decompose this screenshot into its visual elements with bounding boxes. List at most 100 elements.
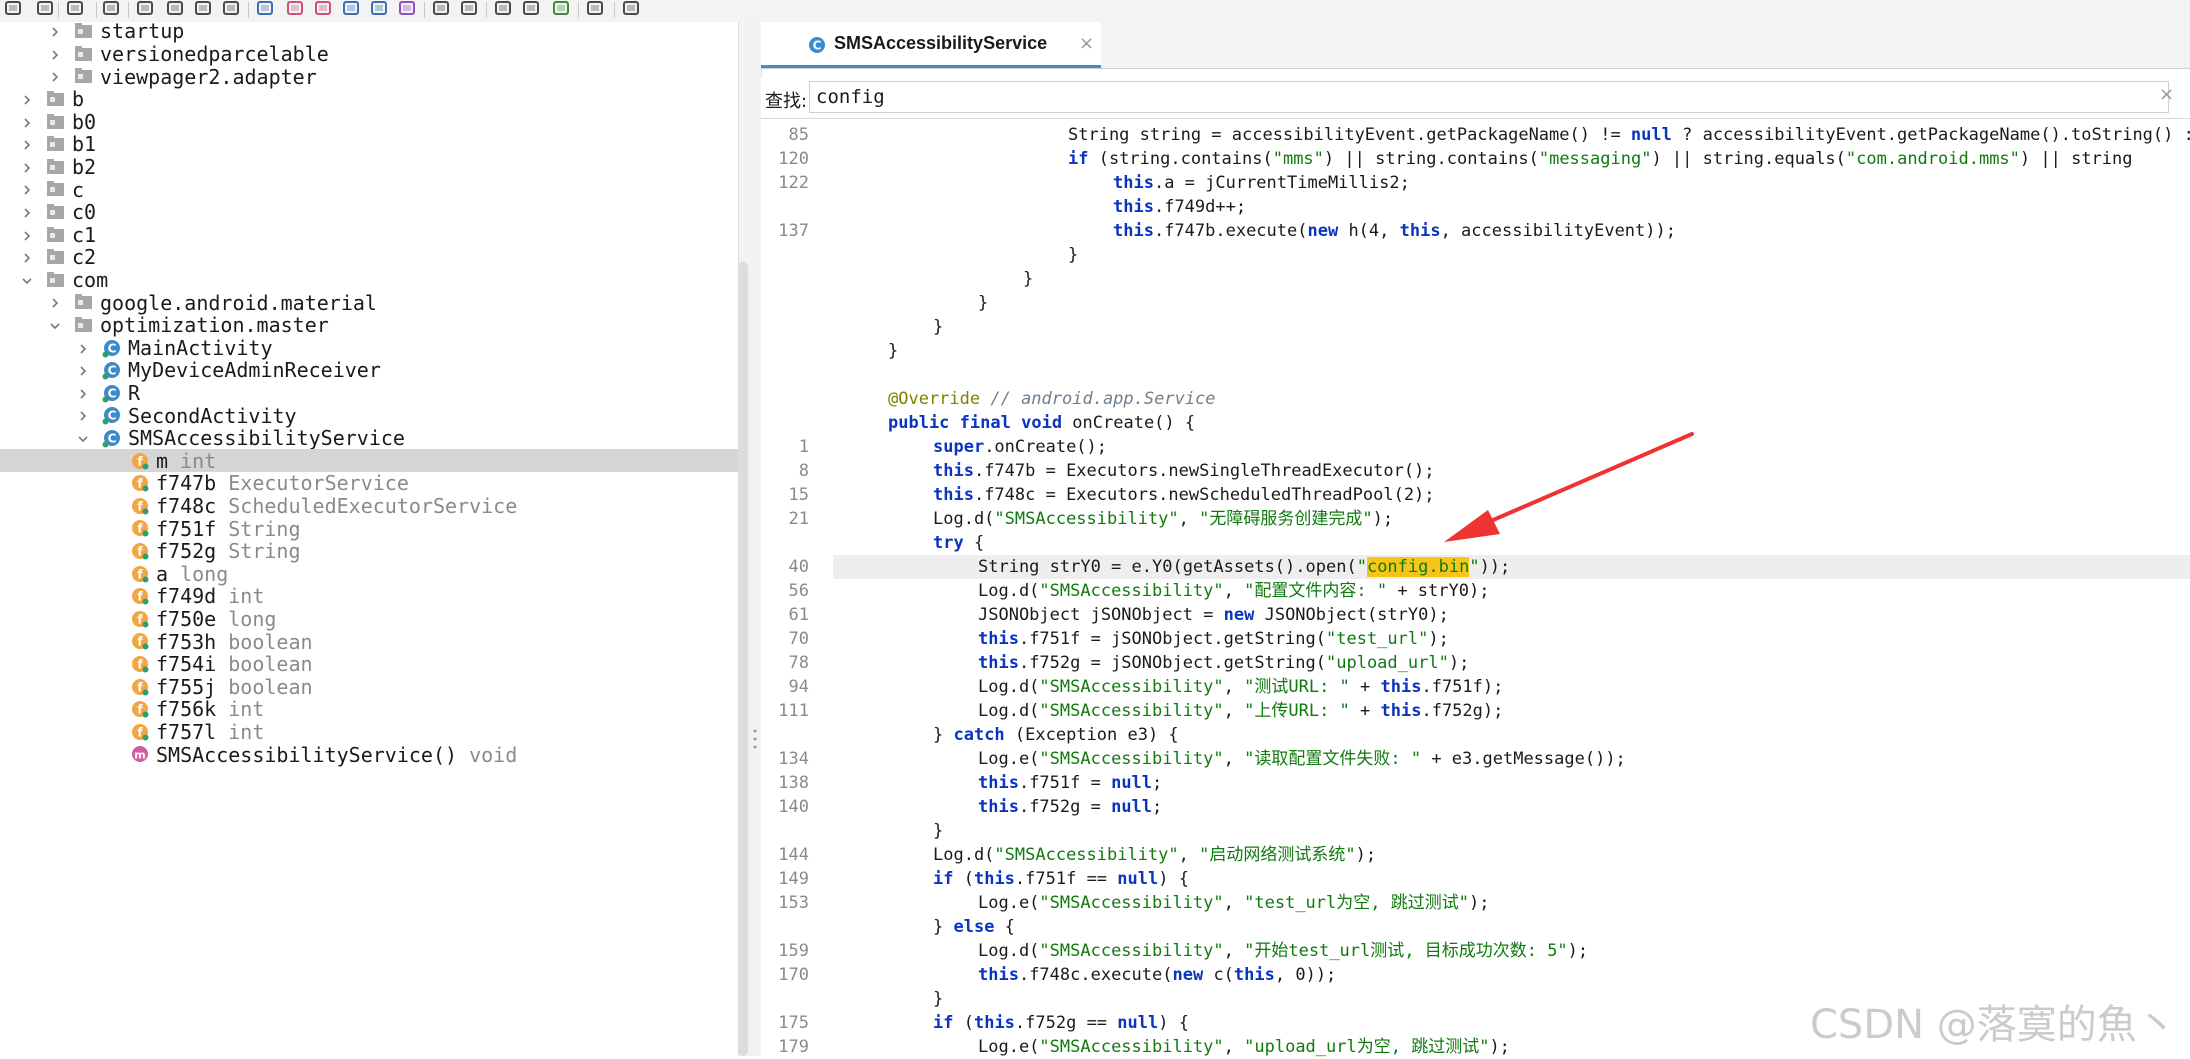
tree-item-startup[interactable]: startup xyxy=(0,22,738,43)
search-match: config.bin xyxy=(1366,557,1470,577)
tree-item-label: R xyxy=(128,380,141,405)
chevron-right-icon[interactable] xyxy=(20,250,34,264)
toolbar-separator xyxy=(248,2,249,18)
save-all-icon[interactable] xyxy=(36,0,58,20)
toolbar-separator xyxy=(578,2,579,18)
tree-item-f750e[interactable]: f f750e long xyxy=(0,606,738,631)
tree-item-type: long xyxy=(216,606,277,631)
chevron-right-icon[interactable] xyxy=(20,205,34,219)
tree-item-optimization-master[interactable]: optimization.master xyxy=(0,313,738,338)
tree-item-com[interactable]: com xyxy=(0,268,738,292)
wrench-icon[interactable] xyxy=(622,0,644,20)
tree-item-f757l[interactable]: f f757l int xyxy=(0,719,738,744)
tree-item-c[interactable]: c xyxy=(0,178,738,202)
tree-item-label: optimization.master xyxy=(100,313,329,338)
tree-item-f751f[interactable]: f f751f String xyxy=(0,517,738,541)
tree-scrollbar[interactable] xyxy=(738,262,748,1056)
settings-icon[interactable] xyxy=(494,0,516,20)
tree-item-f748c[interactable]: f f748c ScheduledExecutorService xyxy=(0,494,738,518)
window-icon[interactable] xyxy=(370,0,392,20)
tree-item-b2[interactable]: b2 xyxy=(0,155,738,179)
export-icon[interactable] xyxy=(102,0,124,20)
tree-item-google-android-material[interactable]: google.android.material xyxy=(0,291,738,315)
tree-item-f752g[interactable]: f f752g String xyxy=(0,539,738,563)
chevron-right-icon[interactable] xyxy=(20,137,34,151)
tree-item-f753h[interactable]: f f753h boolean xyxy=(0,630,738,654)
search-text-icon[interactable] xyxy=(314,0,336,20)
tree-item-f747b[interactable]: f f747b ExecutorService xyxy=(0,471,738,495)
tree-item-c1[interactable]: c1 xyxy=(0,223,738,247)
find-usage-icon[interactable] xyxy=(136,0,158,20)
find-input[interactable] xyxy=(809,81,2169,113)
chevron-down-icon[interactable] xyxy=(76,431,90,445)
chevron-down-icon[interactable] xyxy=(20,273,34,287)
tree-item-f756k[interactable]: f f756k int xyxy=(0,697,738,721)
svg-text:f: f xyxy=(137,567,143,581)
search-icon[interactable] xyxy=(256,0,278,20)
tree-item-m[interactable]: fm int xyxy=(0,449,738,473)
chevron-down-icon[interactable] xyxy=(48,318,62,332)
manifest-icon[interactable] xyxy=(398,0,420,20)
tree-item-b[interactable]: b xyxy=(0,87,738,111)
code-line: this.a = jCurrentTimeMillis2; xyxy=(1113,173,1410,193)
chevron-right-icon[interactable] xyxy=(76,363,90,377)
line-number: 1 xyxy=(798,437,809,457)
svg-text:f: f xyxy=(137,590,143,604)
tree-item-secondactivity[interactable]: C SecondActivity xyxy=(0,404,738,428)
line-number: 175 xyxy=(778,1013,809,1033)
tree-item-c0[interactable]: c0 xyxy=(0,200,738,224)
tab-smsaccessibilityservice[interactable]: C SMSAccessibilityService × xyxy=(761,22,1101,68)
tree-item-label: b1 xyxy=(72,132,97,157)
debug-file-icon[interactable] xyxy=(522,0,544,20)
tree-item-smsaccessibilityservice[interactable]: m SMSAccessibilityService() void xyxy=(0,743,738,767)
tree-item-r[interactable]: CR xyxy=(0,380,738,405)
chevron-right-icon[interactable] xyxy=(20,160,34,174)
tree-item-f754i[interactable]: f f754i boolean xyxy=(0,652,738,676)
chevron-right-icon[interactable] xyxy=(76,408,90,422)
tree-item-smsaccessibilityservice[interactable]: C SMSAccessibilityService xyxy=(0,426,738,450)
chevron-right-icon[interactable] xyxy=(20,228,34,242)
tree-item-versionedparcelable[interactable]: versionedparcelable xyxy=(0,42,738,66)
class-icon: C xyxy=(102,360,122,380)
code-line: if (this.f751f == null) { xyxy=(933,869,1189,889)
chevron-right-icon[interactable] xyxy=(76,341,90,355)
chevron-right-icon[interactable] xyxy=(20,182,34,196)
chevron-right-icon[interactable] xyxy=(48,47,62,61)
chevron-right-icon[interactable] xyxy=(48,24,62,38)
diagram-icon[interactable] xyxy=(222,0,244,20)
tree-item-type: int xyxy=(216,719,265,744)
sync-icon[interactable] xyxy=(66,0,88,20)
tree-item-a[interactable]: fa long xyxy=(0,562,738,586)
field-icon: f xyxy=(130,541,150,561)
tree-item-c2[interactable]: c2 xyxy=(0,245,738,269)
code-line: String string = accessibilityEvent.getPa… xyxy=(1068,125,2190,145)
forward-icon[interactable] xyxy=(460,0,482,20)
find-clear-icon[interactable]: × xyxy=(2159,84,2174,105)
back-icon[interactable] xyxy=(432,0,454,20)
log-icon[interactable] xyxy=(586,0,608,20)
tree-item-mainactivity[interactable]: C MainActivity xyxy=(0,336,738,360)
tree-item-viewpager2-adapter[interactable]: viewpager2.adapter xyxy=(0,65,738,89)
field-icon: f xyxy=(130,677,150,697)
chevron-right-icon[interactable] xyxy=(76,386,90,400)
chevron-right-icon[interactable] xyxy=(20,92,34,106)
tree-item-b1[interactable]: b1 xyxy=(0,132,738,157)
tree-item-f755j[interactable]: f f755j boolean xyxy=(0,675,738,699)
package-icon xyxy=(74,44,94,64)
open-folder-icon[interactable] xyxy=(4,0,26,20)
chevron-right-icon[interactable] xyxy=(20,115,34,129)
structure-icon[interactable] xyxy=(166,0,188,20)
code-line: if (this.f752g == null) { xyxy=(933,1013,1189,1033)
chevron-right-icon[interactable] xyxy=(48,295,62,309)
tree-item-mydeviceadminreceiver[interactable]: C MyDeviceAdminReceiver xyxy=(0,358,738,382)
code-line: this.f747b.execute(new h(4, this, access… xyxy=(1113,221,1676,241)
tab-close-icon[interactable]: × xyxy=(1079,33,1094,54)
home-icon[interactable] xyxy=(342,0,364,20)
search-class-icon[interactable] xyxy=(286,0,308,20)
code-line: super.onCreate(); xyxy=(933,437,1108,457)
tree-item-f749d[interactable]: f f749d int xyxy=(0,584,738,608)
bug-icon[interactable] xyxy=(552,0,574,20)
split-view-icon[interactable] xyxy=(194,0,216,20)
chevron-right-icon[interactable] xyxy=(48,69,62,83)
tree-item-b0[interactable]: b0 xyxy=(0,110,738,134)
